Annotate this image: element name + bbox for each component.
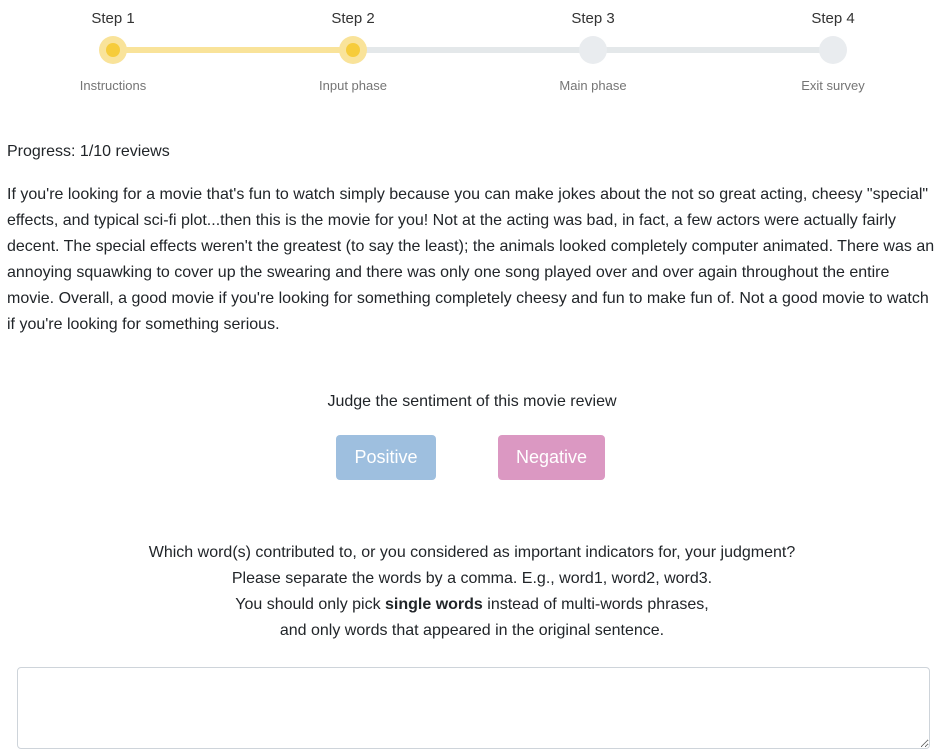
word-selection-instructions: Which word(s) contributed to, or you con… xyxy=(0,540,937,644)
step-subtitle: Exit survey xyxy=(801,78,865,93)
step-indicator-dot xyxy=(339,36,367,64)
step-indicator-dot xyxy=(579,36,607,64)
progress-stepper: Step 1 Instructions Step 2 Input phase S… xyxy=(0,0,937,110)
step-subtitle: Input phase xyxy=(319,78,387,93)
instruction-line: You should only pick single words instea… xyxy=(0,592,937,618)
step-indicator-center xyxy=(106,43,120,57)
step-title: Step 3 xyxy=(571,10,615,27)
sentiment-prompt: Judge the sentiment of this movie review xyxy=(327,393,617,410)
step-indicator-dot xyxy=(99,36,127,64)
movie-review-text: If you're looking for a movie that's fun… xyxy=(7,186,935,333)
step-title: Step 2 xyxy=(331,10,375,27)
instruction-line: and only words that appeared in the orig… xyxy=(279,622,665,639)
instruction-line: Please separate the words by a comma. E.… xyxy=(231,570,713,587)
important-words-input[interactable] xyxy=(17,667,930,749)
instruction-text: instead of multi-words phrases, xyxy=(482,596,709,613)
negative-button[interactable]: Negative xyxy=(498,435,605,480)
step-title: Step 4 xyxy=(811,10,855,27)
instruction-text: You should only pick xyxy=(235,596,386,613)
step-subtitle: Main phase xyxy=(559,78,627,93)
positive-button[interactable]: Positive xyxy=(336,435,436,480)
step-title: Step 1 xyxy=(91,10,135,27)
step-indicator-dot xyxy=(819,36,847,64)
instruction-line: Which word(s) contributed to, or you con… xyxy=(148,544,796,561)
stepper-connector-completed xyxy=(113,47,353,53)
instruction-emphasis: single words xyxy=(385,596,483,613)
progress-text: Progress: 1/10 reviews xyxy=(7,143,170,160)
step-indicator-center xyxy=(346,43,360,57)
step-subtitle: Instructions xyxy=(79,78,147,93)
